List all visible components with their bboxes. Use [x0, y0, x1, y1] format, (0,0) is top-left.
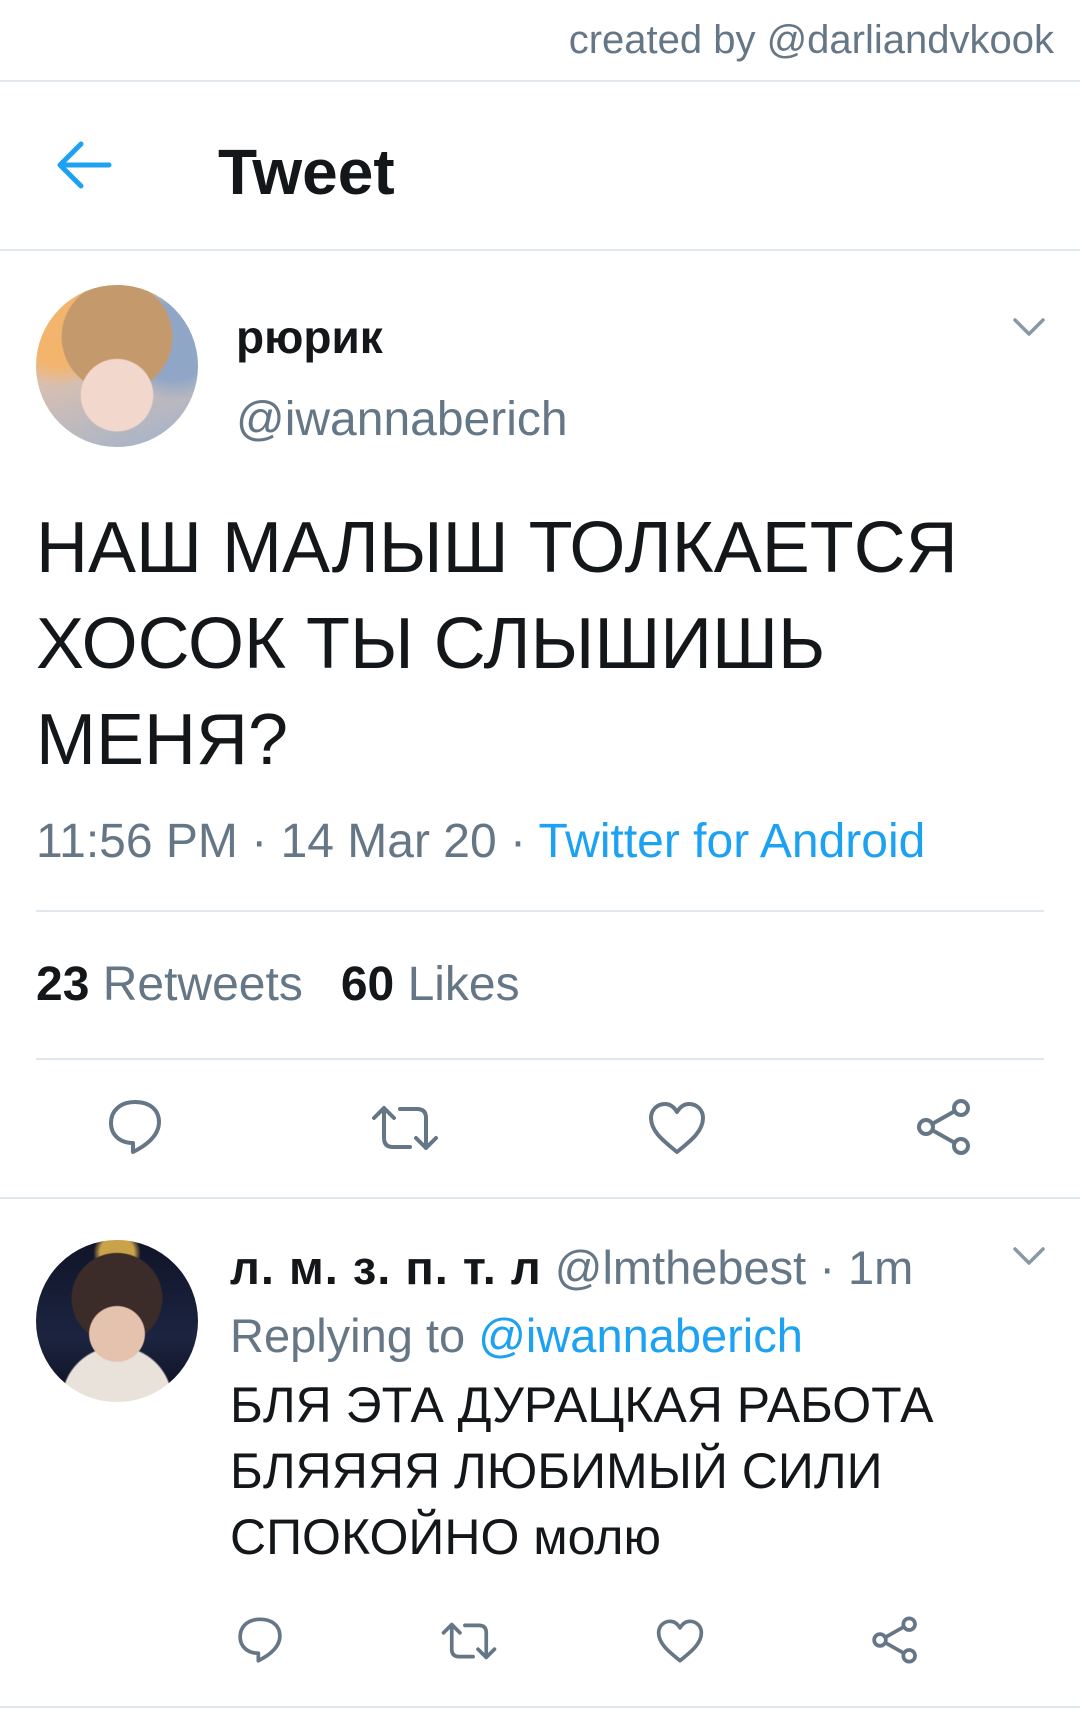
chevron-down-icon — [1013, 1247, 1045, 1265]
retweets-stat[interactable]: 23 Retweets — [36, 958, 303, 1011]
likes-stat[interactable]: 60 Likes — [341, 958, 520, 1011]
replying-to-label: Replying to — [230, 1309, 466, 1362]
page-title: Tweet — [218, 136, 395, 208]
tweet-meta: 11:56 PM · 14 Mar 20 · Twitter for Andro… — [36, 814, 925, 869]
reply-like-button[interactable] — [655, 1618, 705, 1664]
back-button[interactable] — [55, 140, 113, 190]
share-button[interactable] — [914, 1097, 974, 1157]
reply-header: л. м. з. п. т. л @lmthebest · 1m — [230, 1240, 913, 1295]
replying-to-mention[interactable]: @iwannaberich — [478, 1309, 803, 1362]
like-icon — [649, 1102, 705, 1154]
reply-reply-button[interactable] — [236, 1615, 284, 1665]
replying-to: Replying to @iwannaberich — [230, 1308, 803, 1363]
reply-options-button[interactable] — [1012, 1245, 1046, 1267]
reply-time: 1m — [848, 1241, 914, 1294]
display-name[interactable]: рюрик — [236, 310, 383, 364]
retweet-button[interactable] — [370, 1100, 440, 1156]
tweet-options-button[interactable] — [1012, 316, 1046, 338]
divider — [36, 1058, 1044, 1060]
share-icon — [872, 1616, 917, 1664]
retweet-icon — [372, 1106, 438, 1150]
watermark-credit: created by @darliandvkook — [568, 18, 1054, 62]
user-handle[interactable]: @iwannaberich — [236, 392, 568, 447]
likes-label: Likes — [407, 958, 520, 1011]
reply-icon — [238, 1617, 282, 1663]
reply-text: БЛЯ ЭТА ДУРАЦКАЯ РАБОТА БЛЯЯЯЯ ЛЮБИМЫЙ С… — [230, 1377, 934, 1565]
like-button[interactable] — [647, 1100, 707, 1156]
divider — [0, 249, 1080, 251]
divider — [0, 1706, 1080, 1708]
likes-count: 60 — [340, 958, 395, 1011]
meta-separator: · — [510, 815, 527, 868]
tweet-text: НАШ МАЛЫШ ТОЛКАЕТСЯ ХОСОК ТЫ СЛЫШИШЬ МЕН… — [36, 508, 958, 780]
tweet-stats: 23 Retweets 60 Likes — [36, 957, 520, 1012]
reply-share-button[interactable] — [870, 1615, 920, 1665]
reply-avatar[interactable] — [36, 1240, 198, 1402]
tweet-time: 11:56 PM — [36, 815, 238, 868]
meta-separator: · — [251, 815, 268, 868]
share-icon — [917, 1099, 970, 1155]
tweet-source-link[interactable]: Twitter for Android — [538, 815, 925, 868]
arrow-left-icon — [57, 141, 112, 189]
chevron-down-icon — [1013, 318, 1045, 336]
meta-separator: · — [819, 1241, 835, 1294]
divider — [36, 910, 1044, 912]
reply-handle[interactable]: @lmthebest — [555, 1241, 806, 1294]
avatar[interactable] — [36, 285, 198, 447]
divider — [0, 1197, 1080, 1199]
reply-icon — [109, 1100, 161, 1154]
reply-display-name[interactable]: л. м. з. п. т. л — [230, 1241, 542, 1294]
reply-retweet-button[interactable] — [440, 1618, 498, 1664]
retweets-label: Retweets — [102, 958, 303, 1011]
tweet-date: 14 Mar 20 — [280, 815, 497, 868]
reply-button[interactable] — [106, 1097, 164, 1157]
retweets-count: 23 — [36, 958, 90, 1011]
retweet-icon — [441, 1622, 497, 1660]
like-icon — [656, 1619, 704, 1663]
divider — [0, 80, 1080, 82]
